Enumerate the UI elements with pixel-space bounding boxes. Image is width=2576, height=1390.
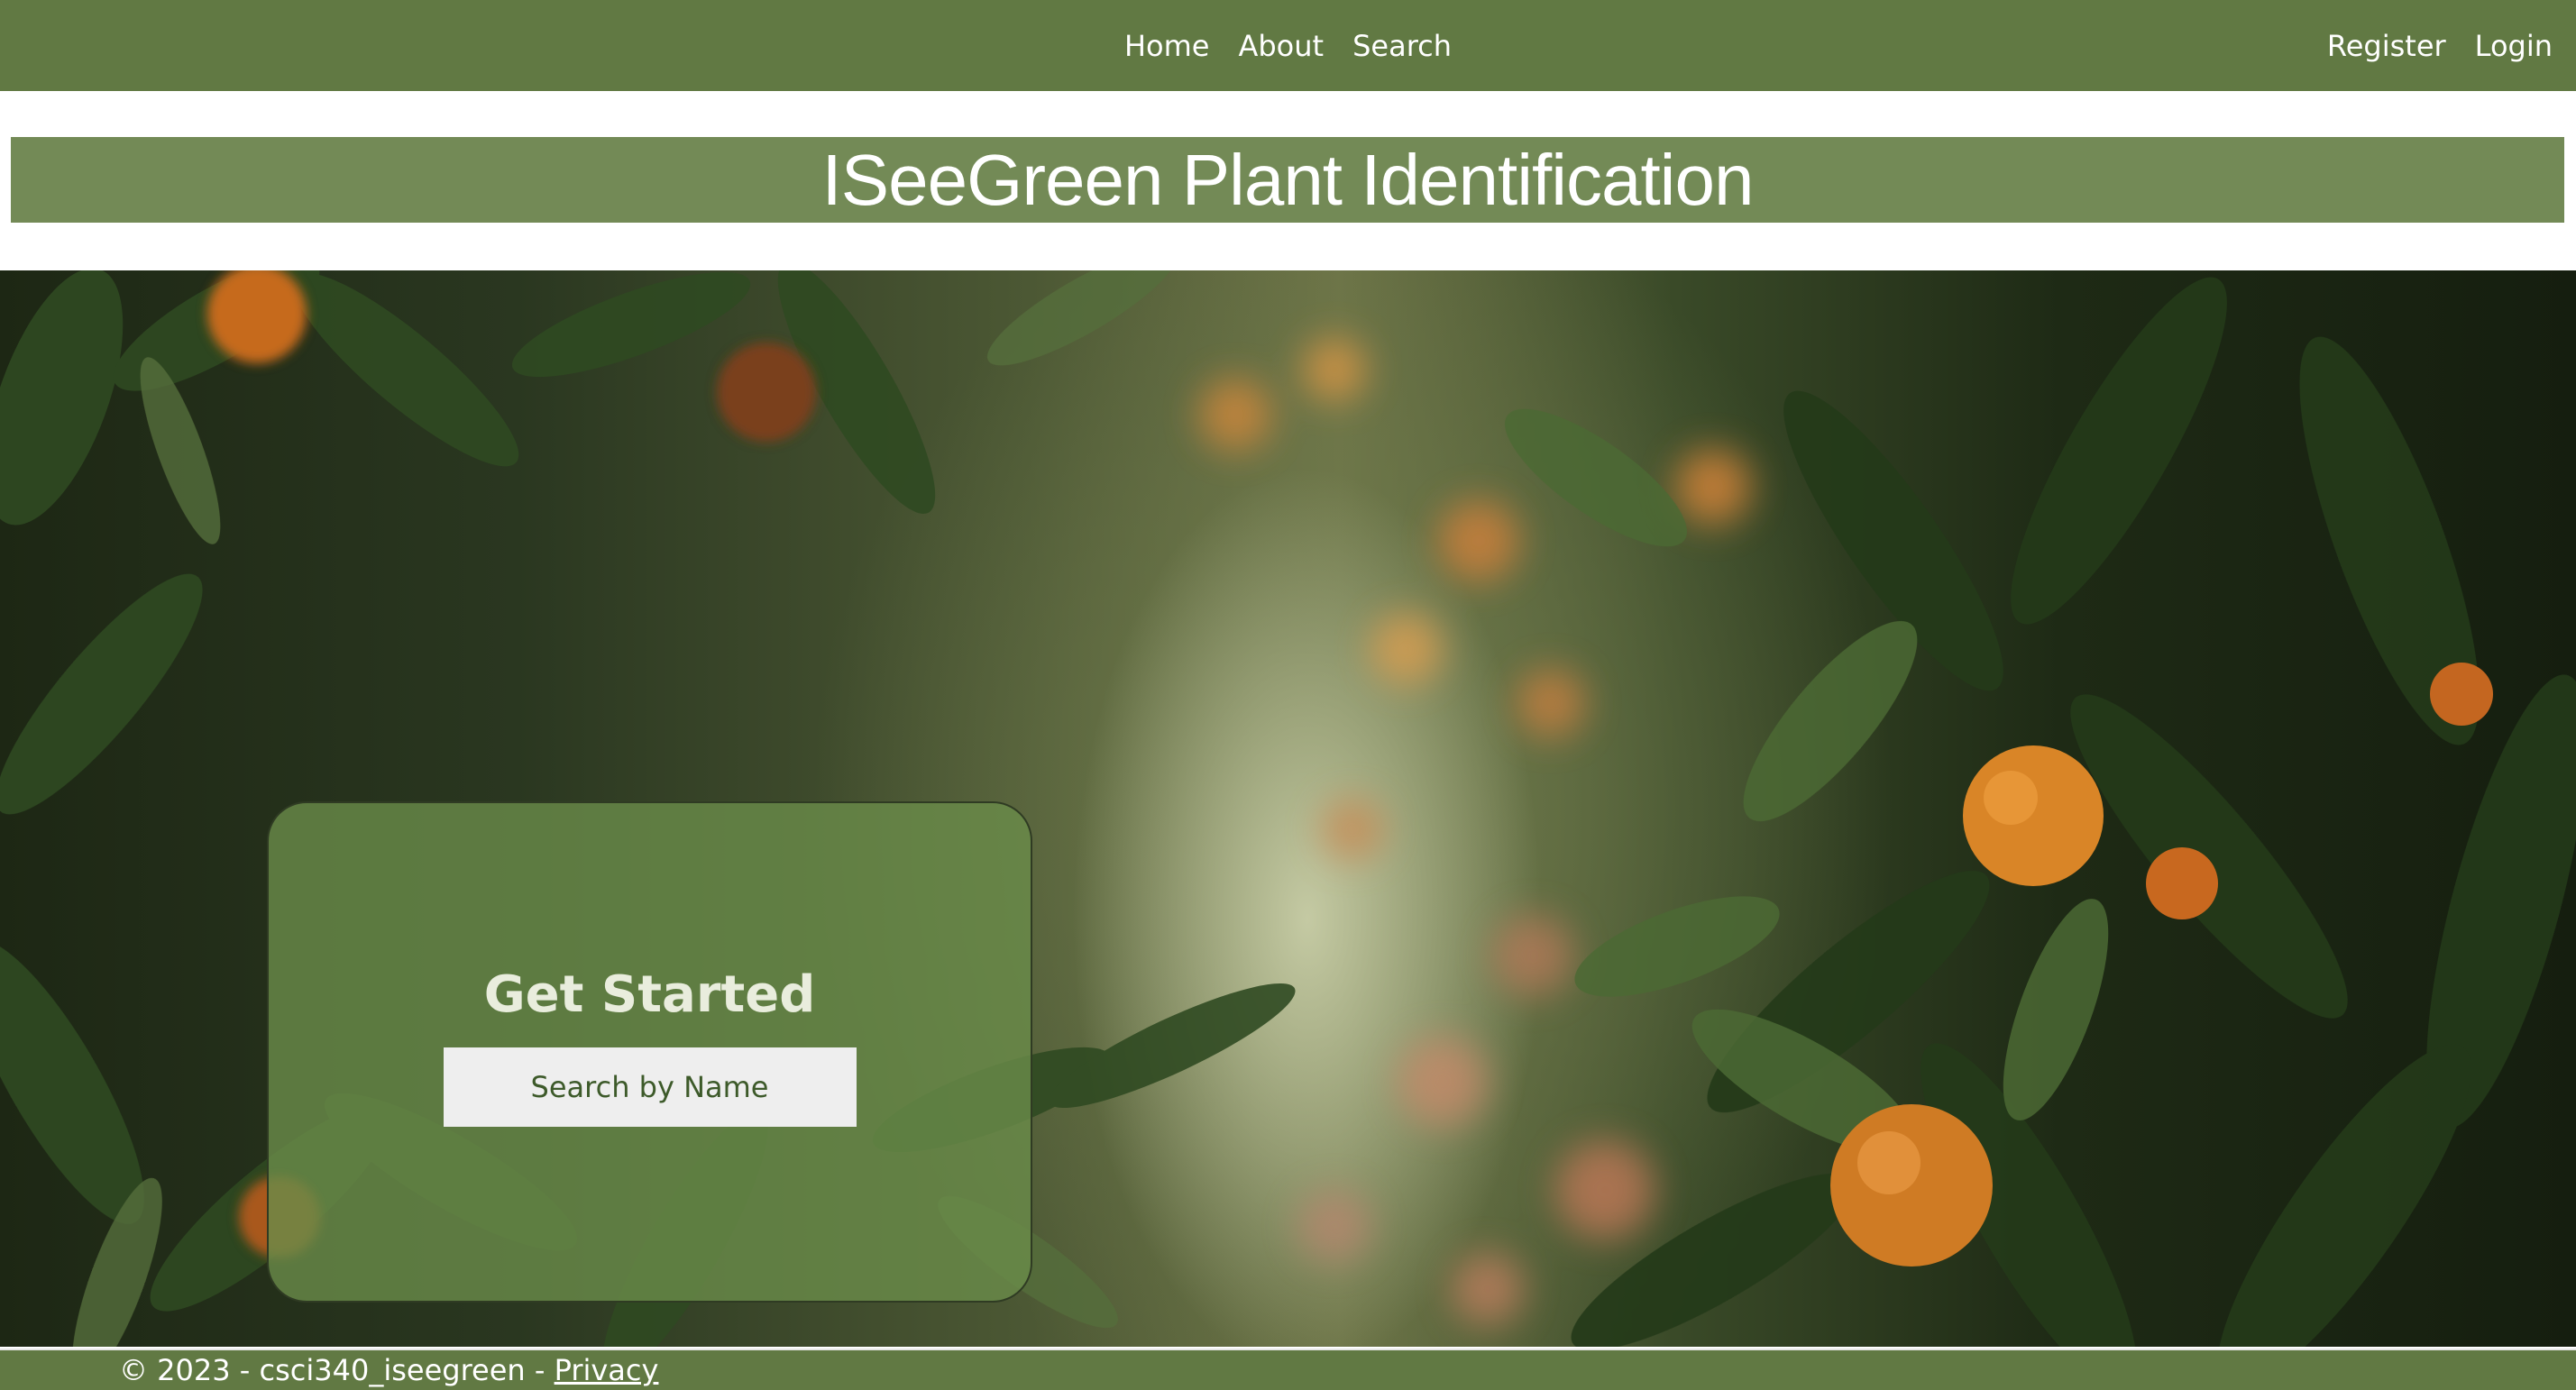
nav-login-link[interactable]: Login [2475,29,2553,63]
page-footer: © 2023 - csci340_iseegreen - Privacy [0,1349,2576,1390]
nav-about-link[interactable]: About [1238,29,1324,63]
nav-center-links: Home About Search [0,0,2576,91]
title-banner: ISeeGreen Plant Identification [11,137,2564,223]
nav-account-links: Register Login [2327,0,2553,91]
nav-register-link[interactable]: Register [2327,29,2446,63]
nav-search-link[interactable]: Search [1352,29,1452,63]
page-title: ISeeGreen Plant Identification [821,139,1755,220]
search-by-name-button[interactable]: Search by Name [443,1047,857,1127]
privacy-link[interactable]: Privacy [555,1353,659,1387]
footer-copyright: © 2023 - csci340_iseegreen - [119,1353,555,1387]
top-navbar: Home About Search Register Login [0,0,2576,91]
get-started-card: Get Started Search by Name [267,801,1032,1303]
get-started-heading: Get Started [483,965,816,1024]
hero-section: Get Started Search by Name [0,270,2576,1347]
nav-home-link[interactable]: Home [1124,29,1210,63]
